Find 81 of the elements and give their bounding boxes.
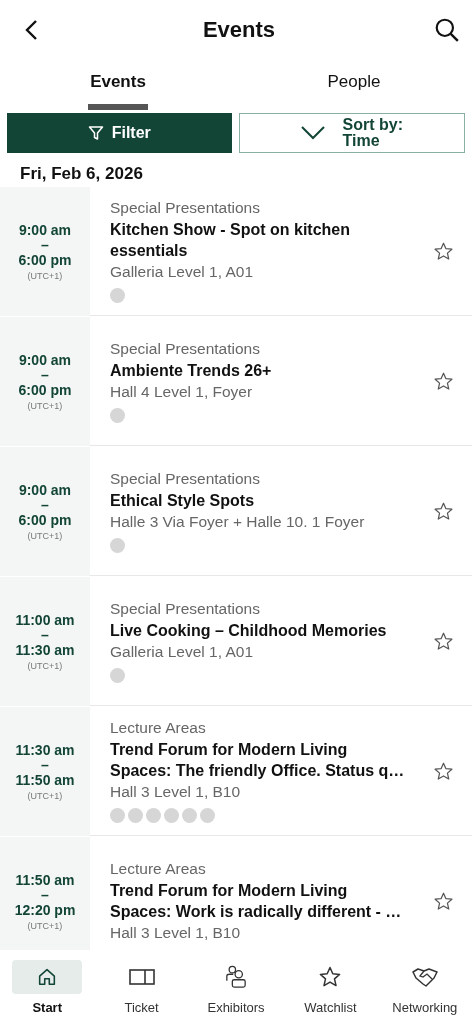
event-category: Lecture Areas (110, 719, 207, 737)
avatar-placeholder (110, 537, 125, 553)
timezone-label: (UTC+1) (27, 921, 63, 931)
event-category: Special Presentations (110, 339, 261, 358)
chevron-down-icon (300, 126, 325, 140)
event-location: Hall 3 Level 1, B10 (110, 924, 242, 942)
event-item[interactable]: 11:30 am – 11:50 am (UTC+1) Lecture Areas Trend Forum for Modern Living Spaces: The friendly Office. Status q… Hall 3 Level 1, B10 (0, 707, 472, 836)
page-title: Events (202, 17, 276, 43)
star-icon[interactable] (433, 890, 454, 912)
star-icon (318, 965, 343, 989)
avatar-placeholder (110, 288, 125, 303)
avatar-placeholder (164, 808, 179, 823)
event-title: Ethical Style Spots (110, 490, 256, 511)
event-location: Galleria Level 1, A01 (110, 263, 255, 281)
avatar-placeholder (110, 667, 125, 683)
start-time: 11:00 am (15, 612, 75, 628)
end-time: 12:20 pm (14, 902, 76, 918)
time-dash: – (41, 758, 49, 772)
event-title: Kitchen Show - Spot on kitchen essentials (110, 220, 351, 261)
avatar-placeholder (110, 808, 125, 823)
nav-item[interactable]: Exhibitors (188, 950, 284, 1024)
start-time: 9:00 am (18, 482, 72, 498)
filter-icon (87, 125, 104, 141)
time-dash: – (41, 888, 49, 902)
event-category: Special Presentations (110, 469, 261, 488)
avatar-placeholder (182, 808, 197, 823)
avatar-placeholder (200, 808, 215, 823)
nav-item[interactable]: Start (0, 950, 95, 1024)
event-item[interactable]: 11:00 am – 11:30 am (UTC+1) Special Presentations Live Cooking – Childhood Memories Galleria Level 1, A01 (0, 577, 472, 706)
time-dash: – (41, 498, 49, 512)
end-time: 6:00 pm (18, 512, 72, 528)
date-heading: Fri, Feb 6, 2026 (19, 163, 144, 185)
end-time: 6:00 pm (18, 252, 72, 268)
nav-item[interactable]: Watchlist (283, 950, 378, 1024)
end-time: 6:00 pm (18, 382, 72, 398)
filter-button[interactable]: Filter (7, 113, 232, 153)
time-dash: – (41, 368, 49, 382)
tab[interactable]: Events (0, 60, 236, 110)
end-time: 11:30 am (15, 642, 75, 658)
event-title: Trend Forum for Modern Living Spaces: The friendly Office. Status q… (110, 740, 406, 781)
timezone-label: (UTC+1) (27, 661, 63, 671)
star-icon[interactable] (433, 630, 454, 652)
start-time: 11:30 am (15, 742, 75, 758)
start-time: 9:00 am (18, 222, 72, 238)
star-icon[interactable] (433, 500, 454, 522)
star-icon[interactable] (433, 760, 454, 782)
event-item[interactable]: 9:00 am – 6:00 pm (UTC+1) Special Presentations Kitchen Show - Spot on kitchen essentials Galleria Level 1, A01 (0, 187, 472, 316)
handshake-icon (411, 966, 438, 988)
sort-button[interactable]: Sort by: Time (238, 113, 465, 153)
avatar-placeholder (128, 808, 143, 823)
start-time: 9:00 am (18, 352, 72, 368)
ticket-icon (128, 968, 155, 986)
event-title: Trend Forum for Modern Living Spaces: Work is radically different - … (110, 881, 403, 922)
timezone-label: (UTC+1) (27, 401, 63, 411)
timezone-label: (UTC+1) (27, 791, 63, 801)
event-item[interactable]: 9:00 am – 6:00 pm (UTC+1) Special Presentations Ambiente Trends 26+ Hall 4 Level 1, Foyer (0, 317, 472, 446)
event-location: Galleria Level 1, A01 (110, 642, 255, 661)
event-location: Halle 3 Via Foyer + Halle 10. 1 Foyer (110, 512, 366, 531)
star-icon[interactable] (433, 370, 454, 392)
event-title: Live Cooking – Childhood Memories (110, 620, 388, 641)
search-icon[interactable] (434, 17, 460, 43)
timezone-label: (UTC+1) (27, 271, 63, 281)
avatar-placeholder (146, 808, 161, 823)
people-icon (225, 965, 247, 989)
time-dash: – (41, 628, 49, 642)
start-time: 11:50 am (15, 872, 75, 888)
nav-item[interactable]: Ticket (94, 950, 189, 1024)
nav-item[interactable]: Networking (377, 950, 472, 1024)
event-location: Hall 4 Level 1, Foyer (110, 382, 254, 401)
end-time: 11:50 am (15, 772, 75, 788)
timezone-label: (UTC+1) (27, 531, 63, 541)
star-icon[interactable] (433, 240, 454, 262)
event-location: Hall 3 Level 1, B10 (110, 783, 242, 801)
avatar-placeholder (110, 407, 125, 423)
tab[interactable]: People (236, 60, 472, 110)
event-item[interactable]: 9:00 am – 6:00 pm (UTC+1) Special Presentations Ethical Style Spots Halle 3 Via Foyer + Halle 10. 1 Foyer (0, 447, 472, 576)
event-category: Special Presentations (110, 599, 261, 618)
event-category: Special Presentations (110, 199, 261, 217)
event-category: Lecture Areas (110, 860, 207, 878)
time-dash: – (41, 238, 49, 252)
event-title: Ambiente Trends 26+ (110, 360, 273, 381)
